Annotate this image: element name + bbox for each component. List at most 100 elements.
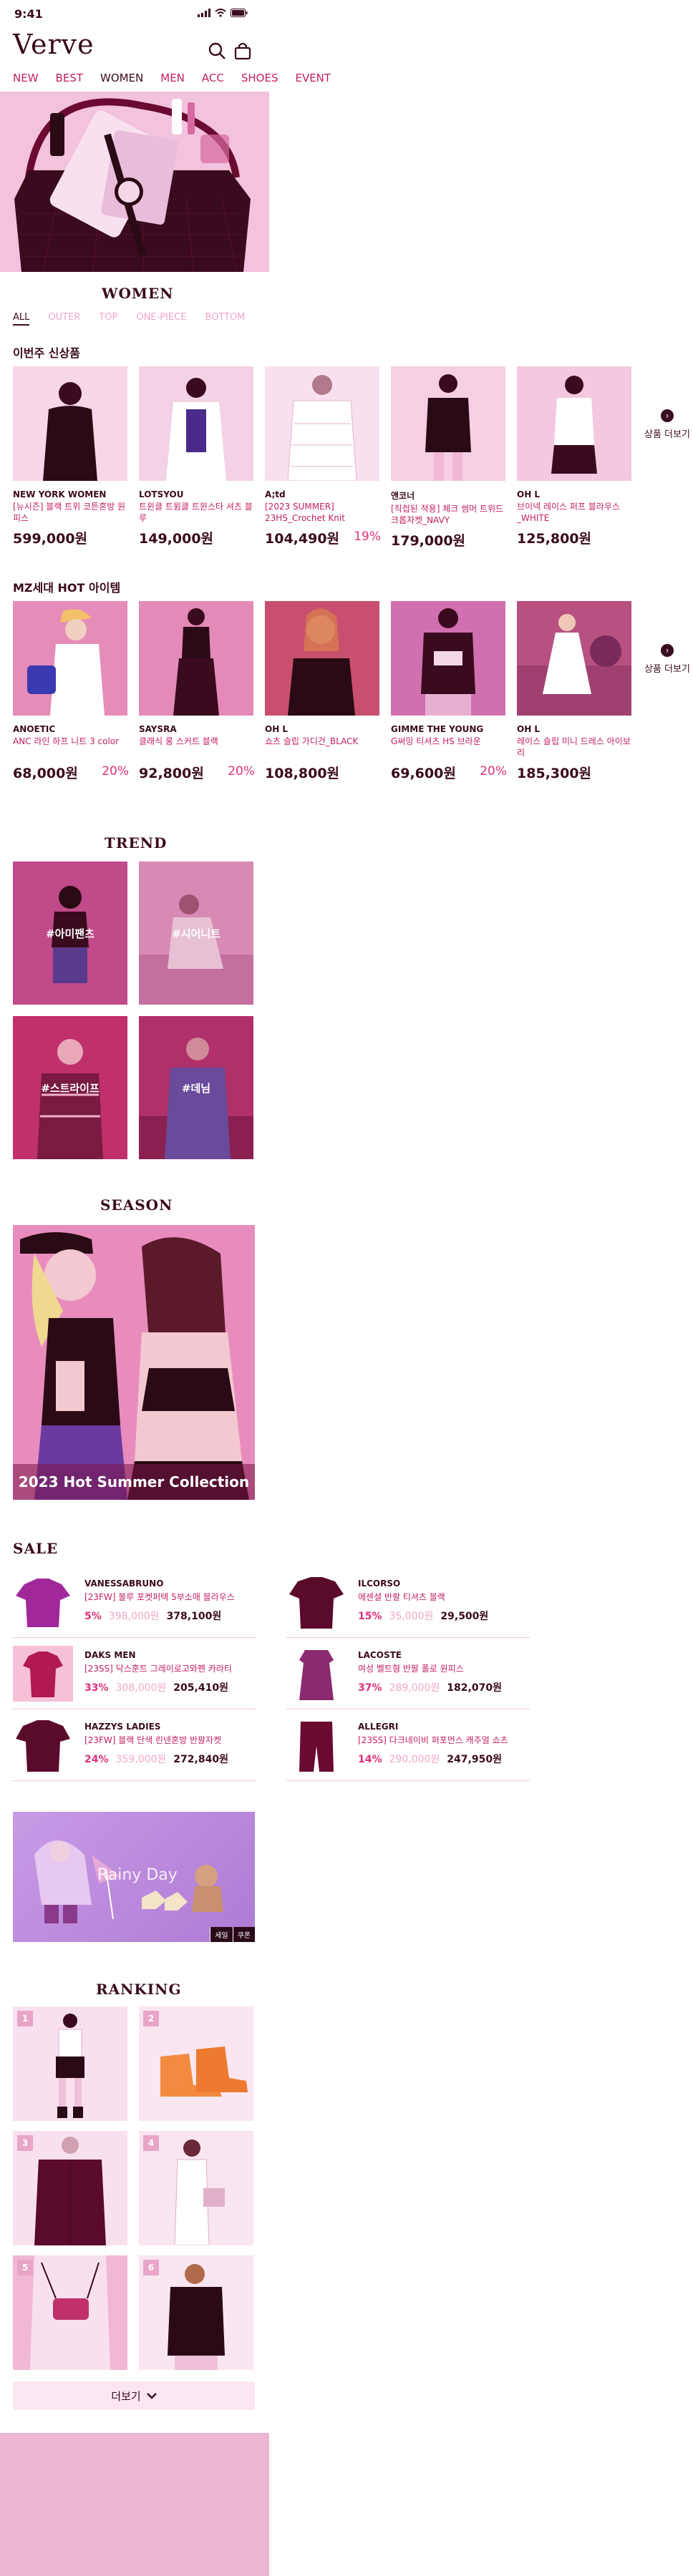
nav-acc[interactable]: ACC [202,72,224,84]
product-price: 149,000원 [139,531,214,547]
trend-section-title: TREND [105,834,168,852]
trend-tag: #아미팬츠 [46,927,94,940]
product-card[interactable]: NEW YORK WOMEN [뉴시즌] 블랙 트위 코튼혼방 원피스 599,… [13,366,129,547]
banner-badge-sale[interactable]: 세일 [210,1927,233,1942]
banner-badge-coupon[interactable]: 쿠폰 [232,1927,255,1942]
product-price: 92,800원 20% [139,764,255,781]
sale-brand: VANESSABRUNO [84,1579,164,1589]
product-name: ANC 라인 하프 니트 3 color [13,736,120,746]
sale-section-title: SALE [13,1540,59,1557]
ranking-more-label: 더보기 [111,2389,141,2403]
ranking-item[interactable]: 3 [13,2131,127,2245]
product-price: 68,000원 20% [13,764,129,781]
product-brand: GIMME THE YOUNG [391,724,484,734]
product-price: 104,490원 19% [265,530,381,547]
product-card[interactable]: OH L 쇼츠 슬립 가디건_BLACK 108,800원 [265,601,381,781]
sale-item[interactable]: ILCORSO 에센셜 반팔 티셔츠 블랙 15% 35,000원 29,500원 [286,1567,530,1638]
rank-number: 5 [17,2260,33,2275]
main-nav: NEW BEST WOMEN MEN ACC SHOES EVENT [13,72,331,84]
sale-name: [23FW] 블랙 단색 린넨혼방 반팔자켓 [84,1735,222,1745]
season-section-title: SEASON [100,1196,173,1214]
rainy-day-banner[interactable]: Rainy Day 세일 쿠폰 [13,1812,255,1942]
new-arrivals-more[interactable]: › 상품 더보기 [644,409,690,440]
sale-item[interactable]: VANESSABRUNO [23FW] 볼루 포켓퍼텍 5부소매 블라우스 5%… [13,1567,256,1638]
trend-tile[interactable]: #아미팬츠 [13,862,127,1005]
ranking-item[interactable]: 6 [139,2255,253,2370]
nav-shoes[interactable]: SHOES [241,72,278,84]
product-image [391,601,505,716]
battery-icon [231,9,248,17]
sale-name: [23SS] 다크네이비 퍼포먼스 캐주얼 쇼츠 [358,1735,508,1745]
chevron-right-icon: › [660,409,674,422]
ranking-item[interactable]: 5 [13,2255,127,2370]
tab-bottom[interactable]: BOTTOM [205,312,245,326]
trend-tile[interactable]: #스트라이프 [13,1016,127,1159]
product-card[interactable]: A;td [2023 SUMMER] 23HS_Crochet Knit Car… [265,366,381,547]
status-bar: 9:41 [0,0,693,29]
product-brand: 앤코너 [391,491,415,501]
nav-men[interactable]: MEN [160,72,185,84]
product-name: 브이넥 레이스 퍼프 블라우스_WHITE [517,502,620,523]
sale-price: 37% 289,000원 182,070원 [358,1682,502,1694]
product-card[interactable]: ANOETIC ANC 라인 하프 니트 3 color 68,000원 20% [13,601,129,781]
product-image [265,366,379,481]
sale-item[interactable]: HAZZYS LADIES [23FW] 블랙 단색 린넨혼방 반팔자켓 24%… [13,1710,256,1781]
mz-hot-title: MZ세대 HOT 아이템 [13,581,121,595]
sale-item[interactable]: DAKS MEN [23SS] 닥스훈트 그레이로고와펜 카라티 33% 308,… [13,1639,256,1709]
product-image [265,601,379,716]
product-card[interactable]: OH L 브이넥 레이스 퍼프 블라우스_WHITE 125,800원 [517,366,633,547]
trend-tile[interactable]: #시어니트 [139,862,253,1005]
product-brand: NEW YORK WOMEN [13,489,107,499]
rank-number: 3 [17,2135,33,2151]
ranking-item[interactable]: 2 [139,2006,253,2121]
product-brand: OH L [517,489,541,499]
tab-outer[interactable]: OUTER [48,312,80,326]
nav-event[interactable]: EVENT [295,72,331,84]
product-image [139,366,253,481]
product-image [13,601,127,716]
sale-item[interactable]: LACOSTE 여성 벨트형 반팔 폴로 원피스 37% 289,000원 182,… [286,1639,530,1709]
nav-new[interactable]: NEW [13,72,39,84]
sale-brand: LACOSTE [358,1650,402,1660]
rank-number: 6 [143,2260,159,2275]
ranking-more-button[interactable]: 더보기 [13,2381,255,2410]
sale-brand: HAZZYS LADIES [84,1722,161,1732]
product-brand: LOTSYOU [139,489,184,499]
sale-price: 5% 398,000원 378,100원 [84,1611,222,1622]
mz-hot-more[interactable]: › 상품 더보기 [644,644,690,675]
sale-info: DAKS MEN [23SS] 닥스훈트 그레이로고와펜 카라티 33% 308,… [84,1650,256,1694]
nav-best[interactable]: BEST [56,72,83,84]
product-name: [2023 SUMMER] 23HS_Crochet Knit Cardigan… [265,502,345,525]
sale-item[interactable]: ALLEGRI [23SS] 다크네이비 퍼포먼스 캐주얼 쇼츠 14% 290,… [286,1710,530,1781]
product-card[interactable]: SAYSRA 클래식 롱 스커트 블랙 92,800원 20% [139,601,255,781]
hero-banner[interactable] [0,92,269,272]
product-name: G써밍 티셔츠 HS 브라운 [391,736,481,746]
status-time: 9:41 [14,7,43,21]
search-icon[interactable] [208,42,226,60]
tab-one-piece[interactable]: ONE-PIECE [136,312,186,326]
ranking-item[interactable]: 4 [139,2131,253,2245]
sale-thumb [289,1577,344,1629]
season-caption: 2023 Hot Summer Collection [13,1464,255,1500]
product-price: 108,800원 [265,766,340,781]
product-discount: 20% [228,764,255,779]
new-arrivals-title: 이번주 신상품 [13,346,80,360]
sale-info: VANESSABRUNO [23FW] 볼루 포켓퍼텍 5부소매 블라우스 5%… [84,1579,256,1623]
tab-top[interactable]: TOP [99,312,117,326]
season-banner[interactable]: 2023 Hot Summer Collection [13,1225,255,1500]
product-price: 185,300원 [517,766,592,781]
product-card[interactable]: OH L 레이스 슬립 미니 드레스 아이보리 185,300원 [517,601,633,781]
brand-logo[interactable]: Verve [13,29,94,60]
tab-all[interactable]: ALL [13,312,30,326]
product-card[interactable]: LOTSYOU 트윈클 트윔클 트윈스타 셔츠 블루 149,000원 [139,366,255,547]
product-card[interactable]: GIMME THE YOUNG G써밍 티셔츠 HS 브라운 69,600원 20… [391,601,507,781]
product-brand: SAYSRA [139,724,177,734]
ranking-item[interactable]: 1 [13,2006,127,2121]
sale-info: HAZZYS LADIES [23FW] 블랙 단색 린넨혼방 반팔자켓 24%… [84,1722,256,1766]
product-card[interactable]: 앤코너 [직접된 적용] 체크 썸머 트위드 크롭자켓_NAVY 179,000… [391,366,507,549]
bag-icon[interactable] [233,42,252,60]
trend-tile[interactable]: #데님 [139,1016,253,1159]
sale-price: 33% 308,000원 205,410원 [84,1682,228,1694]
product-name: 쇼츠 슬립 가디건_BLACK [265,736,359,746]
nav-women[interactable]: WOMEN [100,72,143,84]
